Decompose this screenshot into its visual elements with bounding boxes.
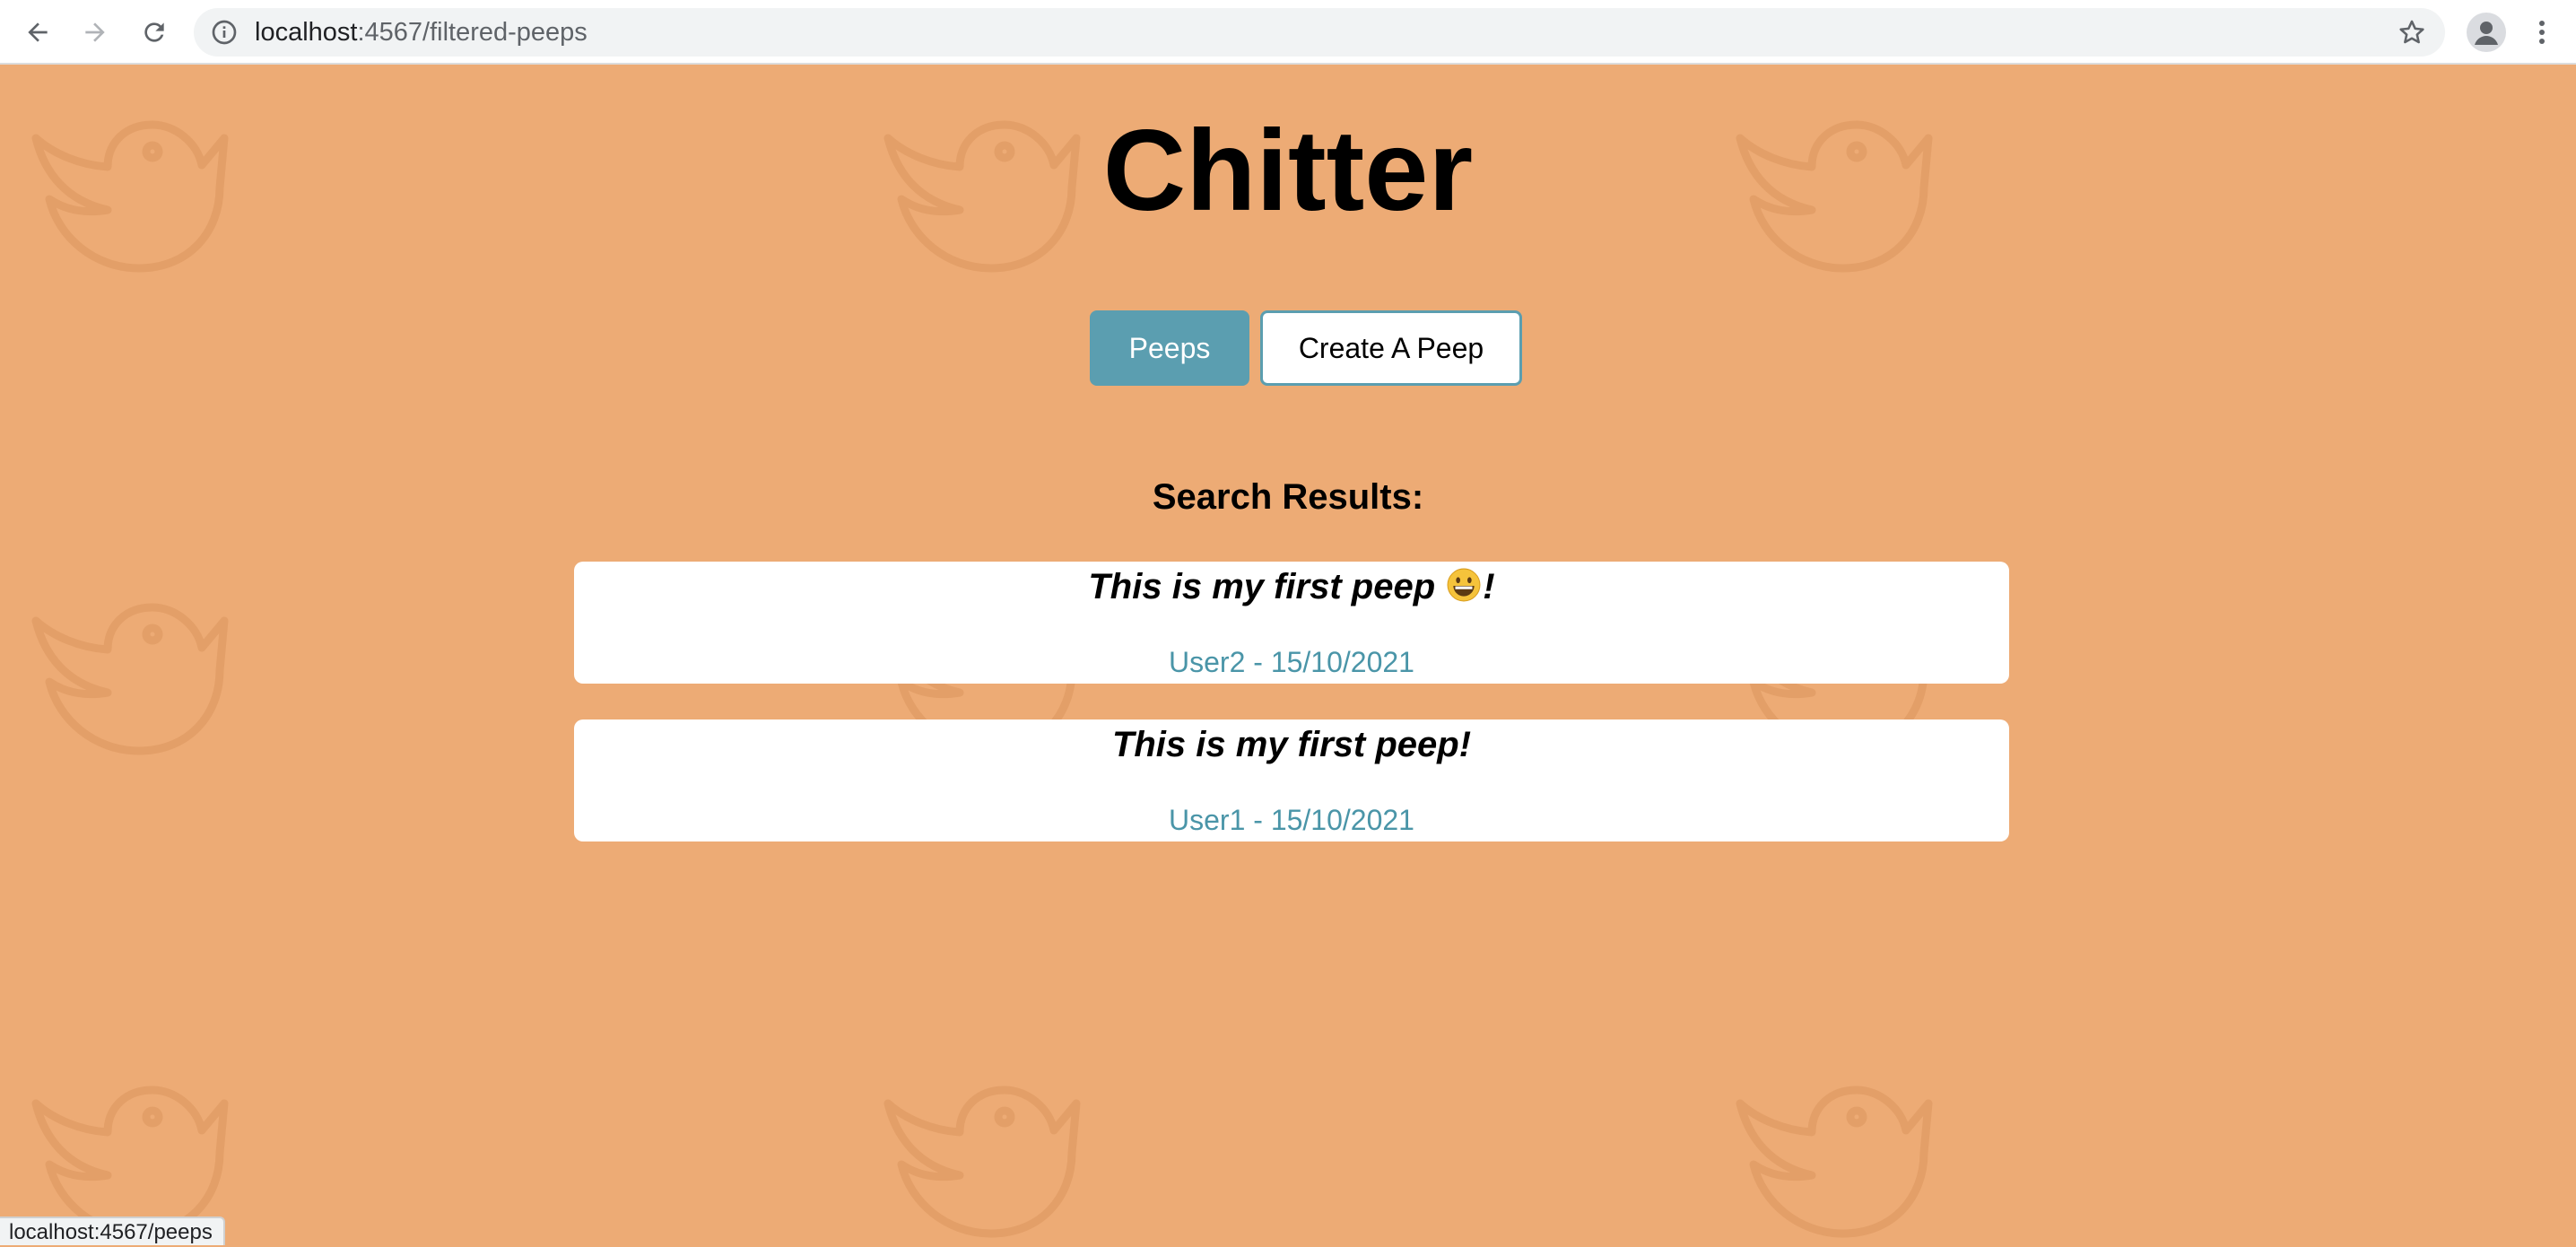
page-body: Chitter Peeps Create A Peep Search Resul… — [0, 65, 2576, 1243]
peep-text: This is my first peep! — [574, 725, 2009, 765]
twitter-bird-icon — [870, 1068, 1094, 1243]
twitter-bird-icon — [18, 585, 242, 773]
create-peep-button[interactable]: Create A Peep — [1260, 310, 1522, 386]
arrow-right-icon — [85, 22, 105, 42]
star-icon[interactable] — [2397, 17, 2427, 48]
url-host: localhost — [255, 18, 358, 47]
peep-card: This is my first peep! User1 - 15/10/202… — [574, 719, 2009, 842]
kebab-menu-icon[interactable] — [2528, 13, 2556, 52]
peep-text-part: This is my first peep! — [1111, 725, 1472, 764]
site-title: Chitter — [1102, 107, 1474, 235]
peeps-button[interactable]: Peeps — [1090, 310, 1249, 386]
browser-toolbar: localhost:4567/filtered-peeps — [0, 0, 2576, 65]
peep-author-date: User1 - 15/10/2021 — [1169, 804, 1414, 836]
main-nav: Peeps Create A Peep — [0, 310, 2576, 386]
reload-button[interactable] — [135, 13, 174, 52]
peep-text: This is my first peep ! — [574, 567, 2009, 607]
back-button[interactable] — [18, 13, 57, 52]
link-status-bubble: localhost:4567/peeps — [0, 1216, 225, 1245]
search-results-heading: Search Results: — [1152, 477, 1424, 517]
peep-text-part: This is my first peep — [1088, 567, 1436, 606]
peep-text-part: ! — [1483, 567, 1495, 606]
url-text[interactable]: localhost:4567/filtered-peeps — [255, 8, 587, 57]
forward-button[interactable] — [75, 13, 115, 52]
peep-author-date: User2 - 15/10/2021 — [1169, 646, 1414, 678]
reload-icon — [144, 22, 164, 42]
profile-icon[interactable] — [2467, 13, 2506, 52]
arrow-left-icon — [28, 22, 48, 42]
twitter-bird-icon — [1722, 1068, 1946, 1243]
peep-card: This is my first peep ! User2 - 15/10/20… — [574, 562, 2009, 684]
address-bar[interactable]: localhost:4567/filtered-peeps — [194, 8, 2445, 57]
url-path: :4567/filtered-peeps — [357, 18, 587, 47]
grinning-face-emoji-icon — [1447, 568, 1481, 602]
info-icon[interactable] — [210, 18, 239, 47]
